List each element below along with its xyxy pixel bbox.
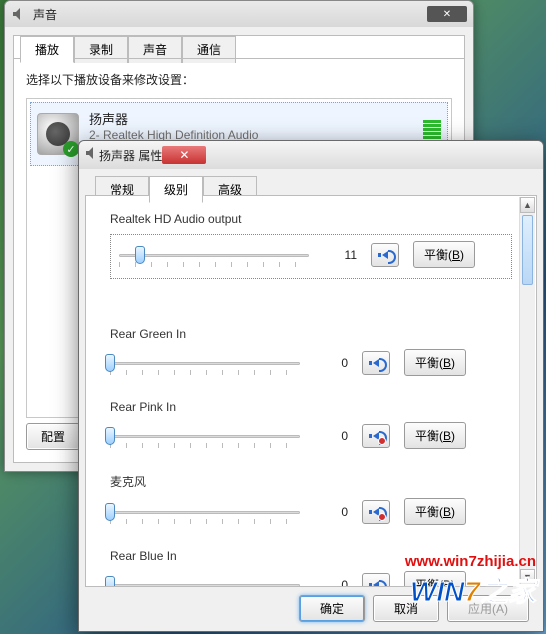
slider-row: 0 平衡(B): [110, 349, 512, 376]
device-name: 扬声器: [89, 109, 258, 128]
slider-thumb[interactable]: [105, 503, 115, 521]
slider-group: Rear Blue In 0 平衡(B): [110, 549, 512, 587]
mute-indicator-icon: [378, 513, 386, 521]
apply-button[interactable]: 应用(A): [447, 595, 529, 622]
prop-titlebar[interactable]: 扬声器 属性 ✕: [79, 141, 543, 169]
slider-label: 麦克风: [110, 473, 512, 490]
slider-group: 麦克风 0 平衡(B): [110, 473, 512, 525]
mute-button[interactable]: [371, 243, 399, 267]
slider-group: Rear Green In 0 平衡(B): [110, 327, 512, 376]
slider-row: 0 平衡(B): [110, 498, 512, 525]
mute-indicator-icon: [378, 437, 386, 445]
sound-title: 声音: [33, 6, 57, 23]
configure-button[interactable]: 配置: [26, 423, 80, 450]
slider-value: 0: [314, 429, 348, 443]
prop-footer: 确定 取消 应用(A): [85, 591, 537, 625]
tab-levels[interactable]: 级别: [149, 176, 203, 203]
balance-button[interactable]: 平衡(B): [404, 571, 466, 587]
slider-group: Rear Pink In 0 平衡(B): [110, 400, 512, 449]
slider-label: Rear Green In: [110, 327, 512, 341]
slider-row: 11 平衡(B): [110, 234, 512, 279]
default-check-icon: ✓: [63, 141, 79, 157]
slider-thumb[interactable]: [105, 427, 115, 445]
volume-slider[interactable]: [110, 354, 300, 372]
speaker-icon: [373, 359, 379, 367]
slider-row: 0 平衡(B): [110, 571, 512, 587]
balance-button[interactable]: 平衡(B): [404, 498, 466, 525]
volume-slider[interactable]: [110, 427, 300, 445]
slider-label: Rear Pink In: [110, 400, 512, 414]
speaker-icon: [11, 6, 27, 22]
prop-title: 扬声器 属性: [99, 147, 162, 164]
speaker-properties-window: 扬声器 属性 ✕ 常规 级别 高级 Realtek HD Audio outpu…: [78, 140, 544, 632]
mute-button[interactable]: [362, 573, 390, 588]
ok-button[interactable]: 确定: [299, 595, 365, 622]
cancel-button[interactable]: 取消: [373, 595, 439, 622]
speaker-icon: [85, 146, 99, 165]
scroll-thumb[interactable]: [522, 215, 533, 285]
sound-titlebar[interactable]: 声音 ✕: [5, 1, 473, 27]
prop-outer: 常规 级别 高级 Realtek HD Audio output11平衡(B)R…: [85, 175, 537, 625]
balance-button[interactable]: 平衡(B): [404, 422, 466, 449]
instructions: 选择以下播放设备来修改设置：: [26, 71, 452, 88]
balance-button[interactable]: 平衡(B): [413, 241, 475, 268]
slider-label: Realtek HD Audio output: [110, 212, 512, 226]
slider-value: 0: [314, 356, 348, 370]
mute-button[interactable]: [362, 351, 390, 375]
volume-slider[interactable]: [119, 246, 309, 264]
volume-slider[interactable]: [110, 503, 300, 521]
slider-group: Realtek HD Audio output 11 平衡(B): [110, 212, 512, 279]
speaker-icon: [382, 251, 388, 259]
slider-label: Rear Blue In: [110, 549, 512, 563]
slider-thumb[interactable]: [105, 576, 115, 588]
tab-playback[interactable]: 播放: [20, 36, 74, 63]
slider-value: 11: [323, 248, 357, 262]
slider-thumb[interactable]: [135, 246, 145, 264]
slider-thumb[interactable]: [105, 354, 115, 372]
slider-row: 0 平衡(B): [110, 422, 512, 449]
vertical-scrollbar[interactable]: ▲ ▼: [519, 197, 535, 585]
balance-button[interactable]: 平衡(B): [404, 349, 466, 376]
speaker-icon: [373, 581, 379, 588]
close-button[interactable]: ✕: [427, 6, 467, 22]
slider-value: 0: [314, 578, 348, 588]
mute-button[interactable]: [362, 424, 390, 448]
mute-button[interactable]: [362, 500, 390, 524]
device-icon-wrap: ✓: [37, 113, 79, 155]
close-button[interactable]: ✕: [162, 146, 206, 164]
scroll-down-button[interactable]: ▼: [520, 569, 535, 585]
volume-slider[interactable]: [110, 576, 300, 588]
scroll-up-button[interactable]: ▲: [520, 197, 535, 213]
slider-value: 0: [314, 505, 348, 519]
levels-pane: Realtek HD Audio output11平衡(B)Rear Green…: [85, 195, 537, 587]
